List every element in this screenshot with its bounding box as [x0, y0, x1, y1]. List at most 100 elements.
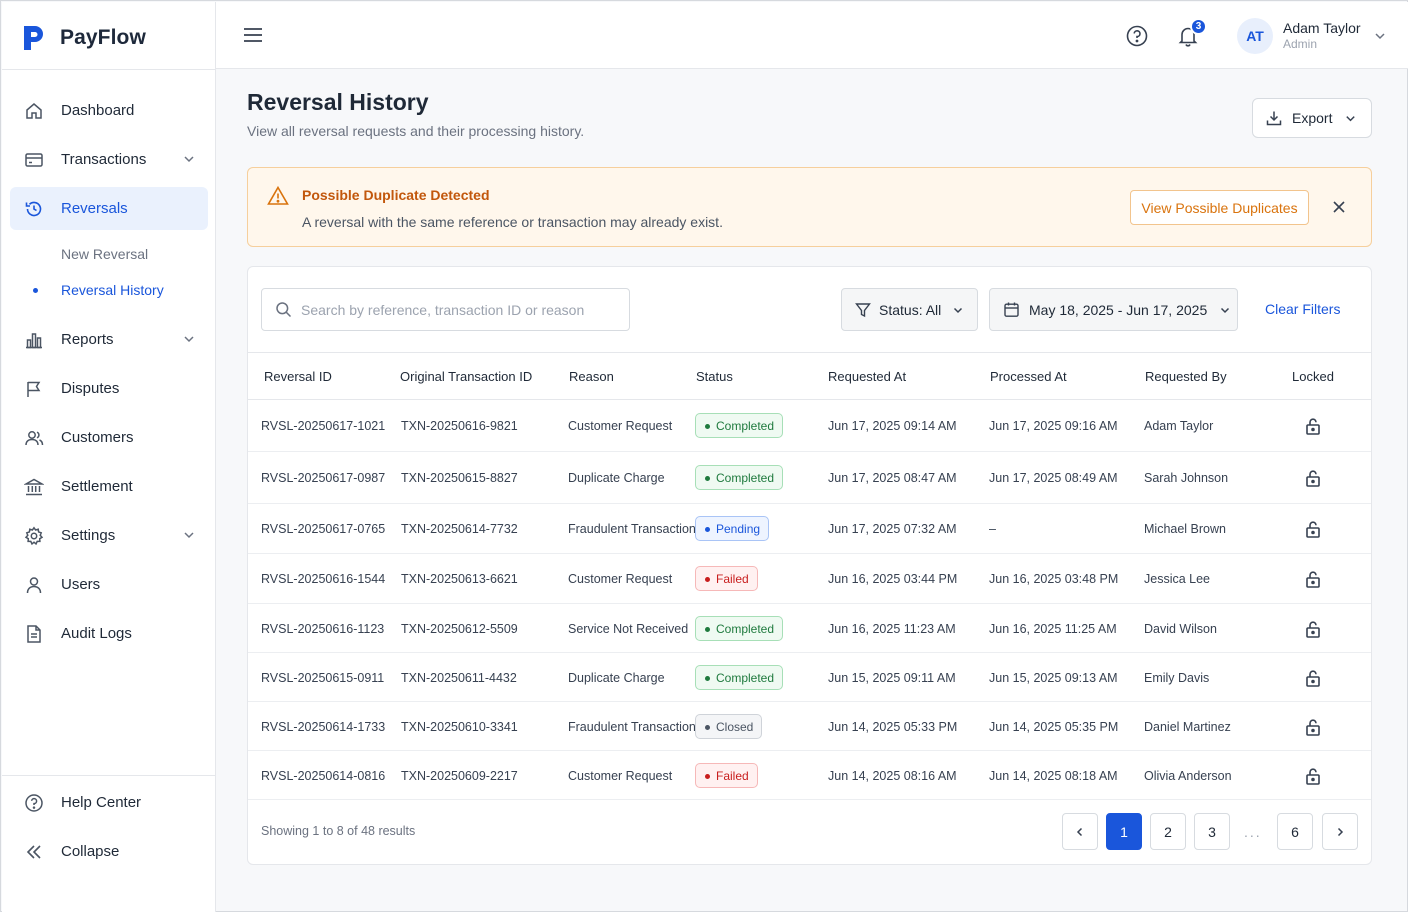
unlock-icon[interactable]: [1304, 520, 1322, 538]
help-icon[interactable]: [1125, 24, 1149, 48]
status-badge: Completed: [695, 665, 784, 690]
unlock-icon[interactable]: [1304, 469, 1322, 487]
unlock-icon[interactable]: [1304, 669, 1322, 687]
requested-at: Jun 14, 2025 08:16 AM: [828, 769, 957, 783]
status-badge: Closed: [695, 714, 763, 739]
duplicate-alert: Possible Duplicate Detected A reversal w…: [247, 167, 1372, 247]
sidebar-item-users[interactable]: Users: [10, 563, 208, 606]
status-filter-label: Status: All: [879, 301, 942, 318]
gear-icon: [24, 526, 44, 546]
chevron-down-icon: [954, 307, 963, 313]
unlock-icon[interactable]: [1304, 570, 1322, 588]
page-button-2[interactable]: 2: [1150, 813, 1186, 850]
column-header[interactable]: Status: [696, 369, 733, 384]
calendar-icon: [1004, 302, 1019, 317]
subnav-item-new-reversal[interactable]: New Reversal: [10, 236, 208, 272]
table-row[interactable]: RVSL-20250616-1544 TXN-20250613-6621 Cus…: [248, 554, 1371, 604]
table-row[interactable]: RVSL-20250617-0987 TXN-20250615-8827 Dup…: [248, 452, 1371, 504]
sidebar-item-settings[interactable]: Settings: [10, 514, 208, 557]
unlock-icon[interactable]: [1304, 767, 1322, 785]
transaction-id: TXN-20250612-5509: [401, 622, 518, 636]
status-badge: Failed: [695, 763, 758, 788]
sidebar-item-dashboard[interactable]: Dashboard: [10, 89, 208, 132]
chevron-down-icon[interactable]: [182, 152, 196, 166]
table-body: RVSL-20250617-1021 TXN-20250616-9821 Cus…: [248, 400, 1371, 800]
brand[interactable]: PayFlow: [22, 22, 146, 54]
table-row[interactable]: RVSL-20250617-0765 TXN-20250614-7732 Fra…: [248, 504, 1371, 554]
column-header[interactable]: Original Transaction ID: [400, 369, 532, 384]
app-window: PayFlow Dashboard Transactions Reversals…: [0, 0, 1408, 912]
column-header[interactable]: Reason: [569, 369, 614, 384]
sidebar-item-reports[interactable]: Reports: [10, 318, 208, 361]
reversals-subnav: New Reversal Reversal History: [10, 236, 208, 308]
sidebar-item-label: Disputes: [61, 380, 120, 397]
sidebar-item-settlement[interactable]: Settlement: [10, 465, 208, 508]
chevron-down-icon: [1221, 307, 1230, 313]
export-button[interactable]: Export: [1252, 98, 1372, 138]
top-bar: 3 AT Adam Taylor Admin: [216, 2, 1408, 69]
chevron-down-icon[interactable]: [182, 528, 196, 542]
sidebar-collapse-button[interactable]: Collapse: [10, 830, 208, 873]
unlock-icon[interactable]: [1304, 417, 1322, 435]
page-subtitle: View all reversal requests and their pro…: [247, 123, 585, 139]
table-header: Reversal ID Original Transaction ID Reas…: [248, 352, 1371, 400]
sidebar-item-customers[interactable]: Customers: [10, 416, 208, 459]
unlock-icon[interactable]: [1304, 718, 1322, 736]
search-input[interactable]: [301, 301, 621, 318]
processed-at: –: [989, 522, 996, 536]
pagination-ellipsis: ...: [1244, 824, 1262, 840]
transaction-id: TXN-20250614-7732: [401, 522, 518, 536]
clear-filters-link[interactable]: Clear Filters: [1265, 301, 1340, 317]
sidebar-item-label: Dashboard: [61, 102, 135, 119]
sidebar-item-transactions[interactable]: Transactions: [10, 138, 208, 181]
sidebar-item-label: Transactions: [61, 151, 147, 168]
page-button-6[interactable]: 6: [1277, 813, 1313, 850]
table-row[interactable]: RVSL-20250617-1021 TXN-20250616-9821 Cus…: [248, 400, 1371, 452]
table-row[interactable]: RVSL-20250615-0911 TXN-20250611-4432 Dup…: [248, 653, 1371, 702]
unlock-icon[interactable]: [1304, 620, 1322, 638]
user-info: Adam Taylor Admin: [1283, 20, 1361, 53]
status-badge: Completed: [695, 413, 784, 438]
requested-at: Jun 14, 2025 05:33 PM: [828, 720, 958, 734]
chevron-down-icon[interactable]: [182, 332, 196, 346]
column-header[interactable]: Locked: [1292, 369, 1334, 384]
column-header[interactable]: Requested At: [828, 369, 906, 384]
view-duplicates-button[interactable]: View Possible Duplicates: [1130, 190, 1309, 225]
date-range-filter[interactable]: May 18, 2025 - Jun 17, 2025: [989, 288, 1238, 331]
transaction-id: TXN-20250613-6621: [401, 572, 518, 586]
payflow-logo-icon: [24, 26, 43, 50]
processed-at: Jun 15, 2025 09:13 AM: [989, 671, 1118, 685]
next-page-button[interactable]: [1322, 813, 1358, 850]
download-icon: [1266, 111, 1282, 126]
close-icon[interactable]: [1331, 199, 1347, 215]
page-button-3[interactable]: 3: [1194, 813, 1230, 850]
table-row[interactable]: RVSL-20250616-1123 TXN-20250612-5509 Ser…: [248, 604, 1371, 653]
page-button-1[interactable]: 1: [1106, 813, 1142, 850]
sidebar-item-audit-logs[interactable]: Audit Logs: [10, 612, 208, 655]
main-nav: Dashboard Transactions Reversals New Rev…: [10, 89, 208, 661]
search-field[interactable]: [261, 288, 630, 331]
table-row[interactable]: RVSL-20250614-1733 TXN-20250610-3341 Fra…: [248, 702, 1371, 751]
table-row[interactable]: RVSL-20250614-0816 TXN-20250609-2217 Cus…: [248, 751, 1371, 800]
processed-at: Jun 16, 2025 11:25 AM: [989, 622, 1117, 636]
processed-at: Jun 14, 2025 08:18 AM: [989, 769, 1118, 783]
help-icon: [24, 793, 44, 813]
column-header[interactable]: Processed At: [990, 369, 1067, 384]
column-header[interactable]: Reversal ID: [264, 369, 332, 384]
requested-by: Olivia Anderson: [1144, 769, 1232, 783]
sidebar-item-help-center[interactable]: Help Center: [10, 781, 208, 824]
sidebar-item-reversals[interactable]: Reversals: [10, 187, 208, 230]
reason: Duplicate Charge: [568, 671, 665, 685]
user-menu[interactable]: AT Adam Taylor Admin: [1237, 16, 1387, 56]
user-name: Adam Taylor: [1283, 19, 1361, 36]
column-header[interactable]: Requested By: [1145, 369, 1227, 384]
status-filter[interactable]: Status: All: [841, 288, 978, 331]
chevron-right-icon: [1337, 827, 1344, 836]
prev-page-button[interactable]: [1062, 813, 1098, 850]
subnav-item-reversal-history[interactable]: Reversal History: [10, 272, 208, 308]
sidebar-item-disputes[interactable]: Disputes: [10, 367, 208, 410]
filter-icon: [855, 302, 871, 317]
menu-icon[interactable]: [242, 24, 264, 46]
transaction-id: TXN-20250610-3341: [401, 720, 518, 734]
transaction-id: TXN-20250615-8827: [401, 471, 518, 485]
